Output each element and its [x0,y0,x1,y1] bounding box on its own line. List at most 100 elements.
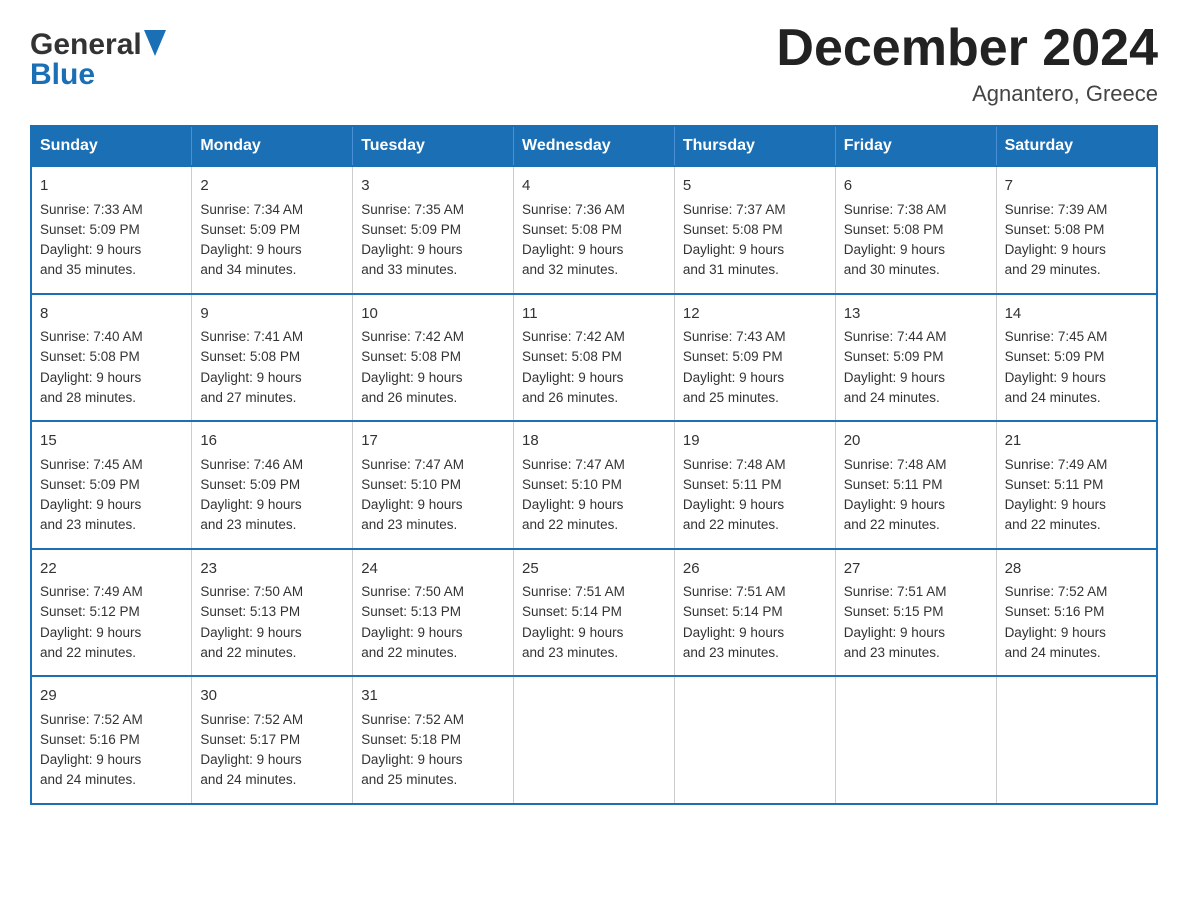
daylight-label: Daylight: 9 hours [1005,370,1106,385]
day-number: 1 [40,175,183,198]
daylight-minutes: and 22 minutes. [522,517,618,532]
daylight-minutes: and 28 minutes. [40,390,136,405]
table-row: 27 Sunrise: 7:51 AM Sunset: 5:15 PM Dayl… [835,549,996,677]
table-row: 24 Sunrise: 7:50 AM Sunset: 5:13 PM Dayl… [353,549,514,677]
table-row: 30 Sunrise: 7:52 AM Sunset: 5:17 PM Dayl… [192,676,353,804]
day-number: 19 [683,430,827,453]
table-row: 3 Sunrise: 7:35 AM Sunset: 5:09 PM Dayli… [353,166,514,294]
sunrise-label: Sunrise: 7:39 AM [1005,202,1108,217]
sunset-label: Sunset: 5:08 PM [200,349,300,364]
table-row: 10 Sunrise: 7:42 AM Sunset: 5:08 PM Dayl… [353,294,514,422]
daylight-label: Daylight: 9 hours [522,497,623,512]
daylight-minutes: and 22 minutes. [844,517,940,532]
daylight-minutes: and 22 minutes. [1005,517,1101,532]
calendar-week-row: 1 Sunrise: 7:33 AM Sunset: 5:09 PM Dayli… [31,166,1157,294]
daylight-label: Daylight: 9 hours [522,242,623,257]
day-number: 16 [200,430,344,453]
sunrise-label: Sunrise: 7:47 AM [361,457,464,472]
daylight-label: Daylight: 9 hours [1005,242,1106,257]
sunset-label: Sunset: 5:13 PM [361,604,461,619]
daylight-minutes: and 24 minutes. [200,772,296,787]
table-row: 2 Sunrise: 7:34 AM Sunset: 5:09 PM Dayli… [192,166,353,294]
table-row: 20 Sunrise: 7:48 AM Sunset: 5:11 PM Dayl… [835,421,996,549]
sunset-label: Sunset: 5:09 PM [361,222,461,237]
sunset-label: Sunset: 5:08 PM [522,222,622,237]
sunset-label: Sunset: 5:09 PM [1005,349,1105,364]
daylight-minutes: and 25 minutes. [683,390,779,405]
sunrise-label: Sunrise: 7:52 AM [40,712,143,727]
table-row: 15 Sunrise: 7:45 AM Sunset: 5:09 PM Dayl… [31,421,192,549]
daylight-label: Daylight: 9 hours [40,625,141,640]
sunrise-label: Sunrise: 7:51 AM [522,584,625,599]
daylight-minutes: and 22 minutes. [361,645,457,660]
sunrise-label: Sunrise: 7:50 AM [361,584,464,599]
table-row: 14 Sunrise: 7:45 AM Sunset: 5:09 PM Dayl… [996,294,1157,422]
sunrise-label: Sunrise: 7:52 AM [1005,584,1108,599]
daylight-minutes: and 35 minutes. [40,262,136,277]
sunset-label: Sunset: 5:08 PM [844,222,944,237]
day-number: 22 [40,558,183,581]
sunrise-label: Sunrise: 7:52 AM [200,712,303,727]
daylight-minutes: and 23 minutes. [683,645,779,660]
day-number: 27 [844,558,988,581]
daylight-minutes: and 24 minutes. [844,390,940,405]
sunrise-label: Sunrise: 7:42 AM [361,329,464,344]
daylight-label: Daylight: 9 hours [361,752,462,767]
sunset-label: Sunset: 5:16 PM [40,732,140,747]
col-monday: Monday [192,126,353,166]
day-number: 11 [522,303,666,326]
table-row [674,676,835,804]
daylight-minutes: and 26 minutes. [522,390,618,405]
daylight-label: Daylight: 9 hours [1005,625,1106,640]
sunset-label: Sunset: 5:18 PM [361,732,461,747]
sunrise-label: Sunrise: 7:40 AM [40,329,143,344]
daylight-minutes: and 25 minutes. [361,772,457,787]
sunset-label: Sunset: 5:11 PM [683,477,782,492]
sunset-label: Sunset: 5:09 PM [200,477,300,492]
table-row: 31 Sunrise: 7:52 AM Sunset: 5:18 PM Dayl… [353,676,514,804]
sunrise-label: Sunrise: 7:36 AM [522,202,625,217]
sunrise-label: Sunrise: 7:49 AM [40,584,143,599]
daylight-label: Daylight: 9 hours [844,625,945,640]
table-row: 5 Sunrise: 7:37 AM Sunset: 5:08 PM Dayli… [674,166,835,294]
sunset-label: Sunset: 5:08 PM [361,349,461,364]
logo-blue: Blue [30,58,95,92]
col-friday: Friday [835,126,996,166]
daylight-label: Daylight: 9 hours [361,625,462,640]
sunrise-label: Sunrise: 7:51 AM [683,584,786,599]
daylight-label: Daylight: 9 hours [40,370,141,385]
day-number: 2 [200,175,344,198]
col-tuesday: Tuesday [353,126,514,166]
sunrise-label: Sunrise: 7:49 AM [1005,457,1108,472]
daylight-label: Daylight: 9 hours [683,497,784,512]
table-row: 19 Sunrise: 7:48 AM Sunset: 5:11 PM Dayl… [674,421,835,549]
sunrise-label: Sunrise: 7:44 AM [844,329,947,344]
sunset-label: Sunset: 5:10 PM [522,477,622,492]
table-row: 28 Sunrise: 7:52 AM Sunset: 5:16 PM Dayl… [996,549,1157,677]
calendar-week-row: 29 Sunrise: 7:52 AM Sunset: 5:16 PM Dayl… [31,676,1157,804]
sunrise-label: Sunrise: 7:41 AM [200,329,303,344]
day-number: 28 [1005,558,1148,581]
sunset-label: Sunset: 5:17 PM [200,732,300,747]
daylight-minutes: and 27 minutes. [200,390,296,405]
title-section: December 2024 Agnantero, Greece [776,20,1158,107]
logo-arrow-icon [144,30,166,56]
calendar-header-row: Sunday Monday Tuesday Wednesday Thursday… [31,126,1157,166]
day-number: 7 [1005,175,1148,198]
table-row: 7 Sunrise: 7:39 AM Sunset: 5:08 PM Dayli… [996,166,1157,294]
sunset-label: Sunset: 5:10 PM [361,477,461,492]
table-row [514,676,675,804]
day-number: 14 [1005,303,1148,326]
day-number: 31 [361,685,505,708]
daylight-minutes: and 23 minutes. [200,517,296,532]
day-number: 6 [844,175,988,198]
logo: General Blue [30,28,166,92]
daylight-minutes: and 24 minutes. [40,772,136,787]
table-row: 1 Sunrise: 7:33 AM Sunset: 5:09 PM Dayli… [31,166,192,294]
sunset-label: Sunset: 5:14 PM [522,604,622,619]
daylight-minutes: and 23 minutes. [522,645,618,660]
sunset-label: Sunset: 5:09 PM [40,222,140,237]
sunrise-label: Sunrise: 7:51 AM [844,584,947,599]
daylight-minutes: and 22 minutes. [40,645,136,660]
table-row: 16 Sunrise: 7:46 AM Sunset: 5:09 PM Dayl… [192,421,353,549]
